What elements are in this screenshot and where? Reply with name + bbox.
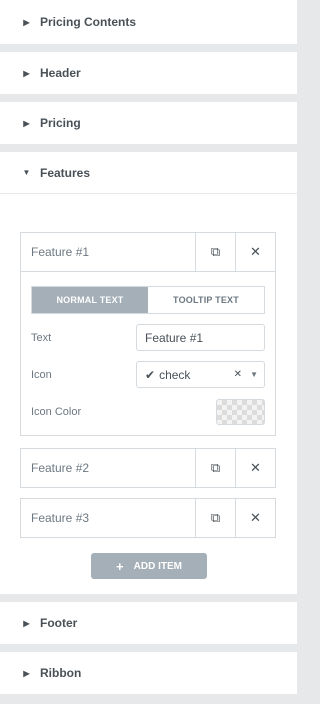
section-pricing-contents[interactable]: ▶ Pricing Contents [0,0,297,44]
icon-select[interactable]: ✔ check ✕ ▼ [136,361,265,388]
icon-color-label: Icon Color [31,405,82,418]
remove-button[interactable]: ✕ [235,449,275,487]
duplicate-button[interactable]: ⧉ [195,449,235,487]
repeater-item-header[interactable]: Feature #1 ⧉ ✕ [21,233,275,271]
section-title: Pricing Contents [40,15,137,29]
close-icon: ✕ [250,460,261,475]
duplicate-button[interactable]: ⧉ [195,233,235,271]
text-input[interactable]: Feature #1 [136,324,265,351]
caret-right-icon: ▶ [23,17,30,27]
repeater-item-title: Feature #3 [31,511,90,525]
text-label: Text [31,331,52,344]
copy-icon: ⧉ [210,244,221,259]
scrollbar-track[interactable] [297,0,301,704]
section-footer[interactable]: ▶ Footer [0,602,297,644]
remove-button[interactable]: ✕ [235,499,275,537]
section-features: ▼ Features Feature #1 ⧉ ✕ NORMAL TEXT TOO… [0,152,297,594]
tab-tooltip-text[interactable]: TOOLTIP TEXT [148,287,264,313]
repeater-item-2: Feature #2 ⧉ ✕ [20,448,276,488]
section-title: Footer [40,616,78,630]
text-tabs: NORMAL TEXT TOOLTIP TEXT [31,286,265,314]
repeater-item-header[interactable]: Feature #3 ⧉ ✕ [21,499,275,537]
close-icon: ✕ [250,510,261,525]
tab-normal-text[interactable]: NORMAL TEXT [32,287,148,313]
chevron-down-icon: ▼ [250,370,258,379]
repeater-item-header[interactable]: Feature #2 ⧉ ✕ [21,449,275,487]
caret-right-icon: ▶ [23,618,30,628]
repeater-item-1: Feature #1 ⧉ ✕ NORMAL TEXT TOOLTIP TEXT … [20,232,276,436]
caret-down-icon: ▼ [22,168,31,177]
section-title: Features [40,165,91,180]
repeater-item-title: Feature #2 [31,461,90,475]
copy-icon: ⧉ [210,510,221,525]
close-icon: ✕ [250,244,261,259]
clear-icon[interactable]: ✕ [234,369,242,380]
duplicate-button[interactable]: ⧉ [195,499,235,537]
repeater-item-3: Feature #3 ⧉ ✕ [20,498,276,538]
section-title: Ribbon [40,666,82,680]
section-pricing[interactable]: ▶ Pricing [0,102,297,144]
check-icon: ✔ [145,367,156,382]
add-item-button[interactable]: + ADD ITEM [91,553,207,579]
repeater-item-title: Feature #1 [31,245,90,259]
section-features-header[interactable]: ▼ Features [0,152,297,194]
caret-right-icon: ▶ [23,118,30,128]
caret-right-icon: ▶ [23,668,30,678]
icon-value: check [159,367,191,382]
icon-color-picker[interactable] [216,398,265,425]
section-header[interactable]: ▶ Header [0,52,297,94]
remove-button[interactable]: ✕ [235,233,275,271]
copy-icon: ⧉ [210,460,221,475]
section-ribbon[interactable]: ▶ Ribbon [0,652,297,694]
section-title: Header [40,66,81,80]
plus-icon: + [116,558,124,574]
section-title: Pricing [40,116,81,130]
caret-right-icon: ▶ [23,68,30,78]
icon-label: Icon [31,368,52,381]
